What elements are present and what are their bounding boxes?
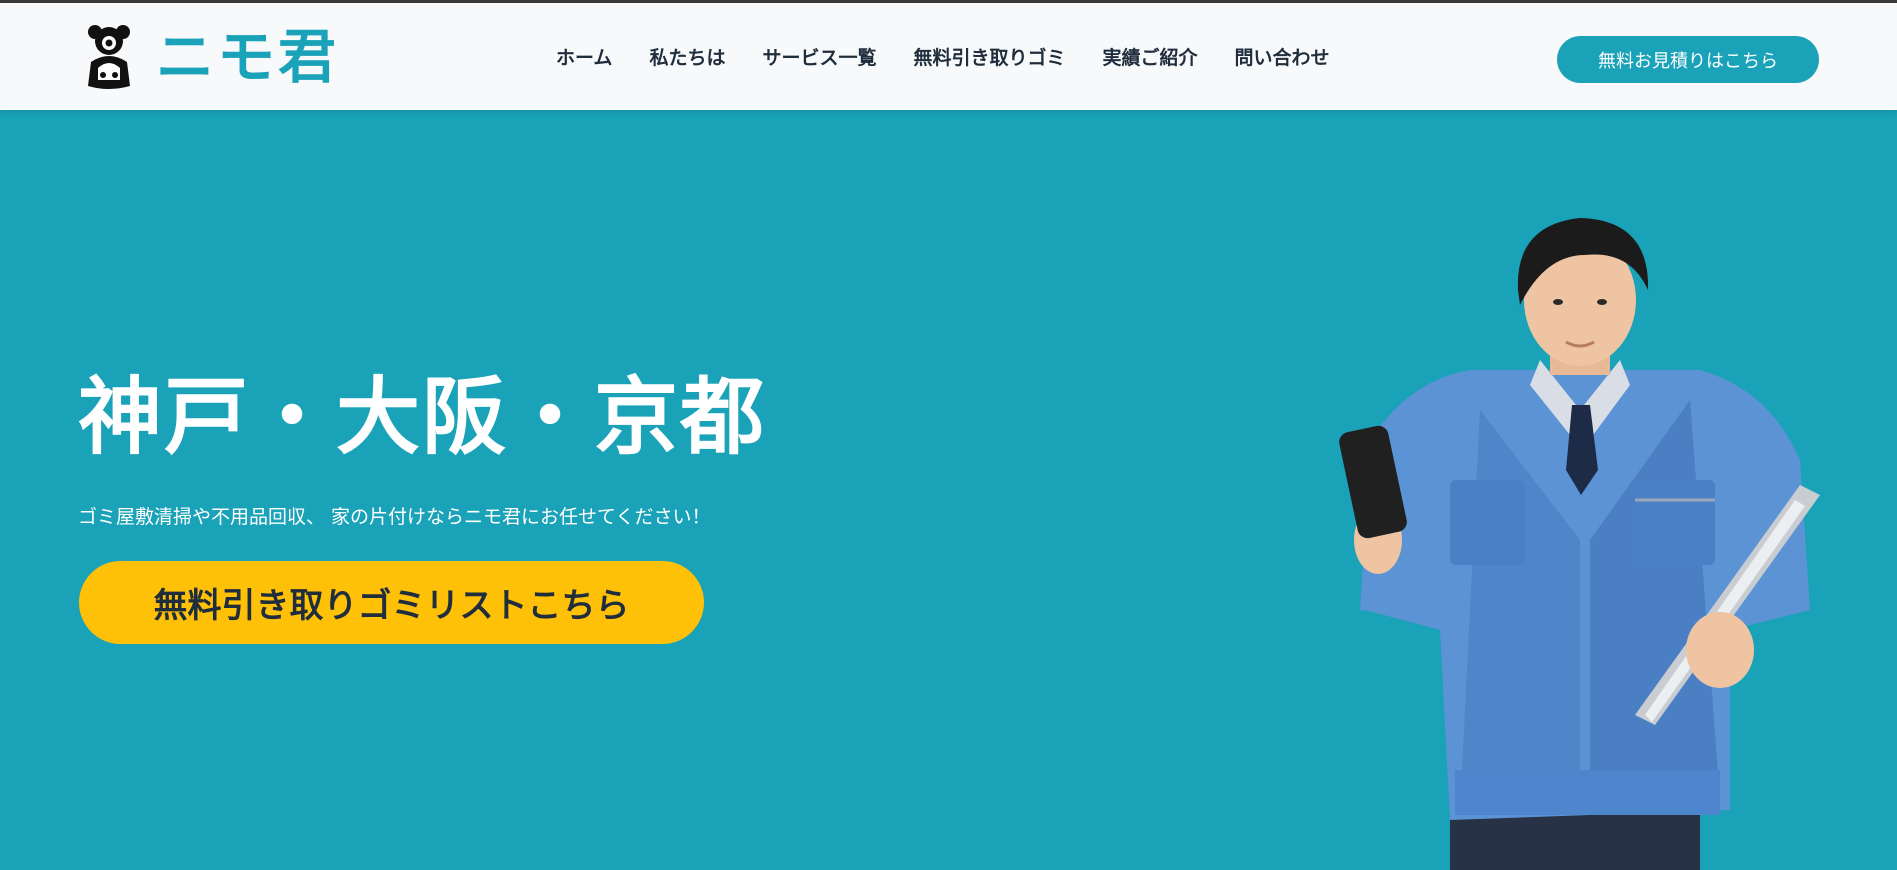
nav-free-pickup[interactable]: 無料引き取りゴミ [913,43,1065,70]
nav-about[interactable]: 私たちは [649,43,725,70]
logo[interactable]: ニモ君 [84,21,339,93]
site-header: ニモ君 ホーム 私たちは サービス一覧 無料引き取りゴミ 実績ご紹介 問い合わせ… [0,3,1897,110]
logo-text: ニモ君 [156,23,340,91]
free-pickup-list-button[interactable]: 無料引き取りゴミリストこちら [79,561,704,644]
nav-results[interactable]: 実績ご紹介 [1102,43,1197,70]
nav-home[interactable]: ホーム [556,43,612,70]
hero-subtitle: ゴミ屋敷清掃や不用品回収、 家の片付けならニモ君にお任せてください！ [78,506,711,528]
hero-title: 神戸・大阪・京都 [78,368,767,466]
free-estimate-button[interactable]: 無料お見積りはこちら [1557,36,1819,83]
nav-contact[interactable]: 問い合わせ [1235,43,1330,70]
worker-image [1339,218,1820,870]
bear-mascot-icon [88,25,130,89]
nav-services[interactable]: サービス一覧 [762,43,876,70]
main-nav: ホーム 私たちは サービス一覧 無料引き取りゴミ 実績ご紹介 問い合わせ [556,43,1367,70]
